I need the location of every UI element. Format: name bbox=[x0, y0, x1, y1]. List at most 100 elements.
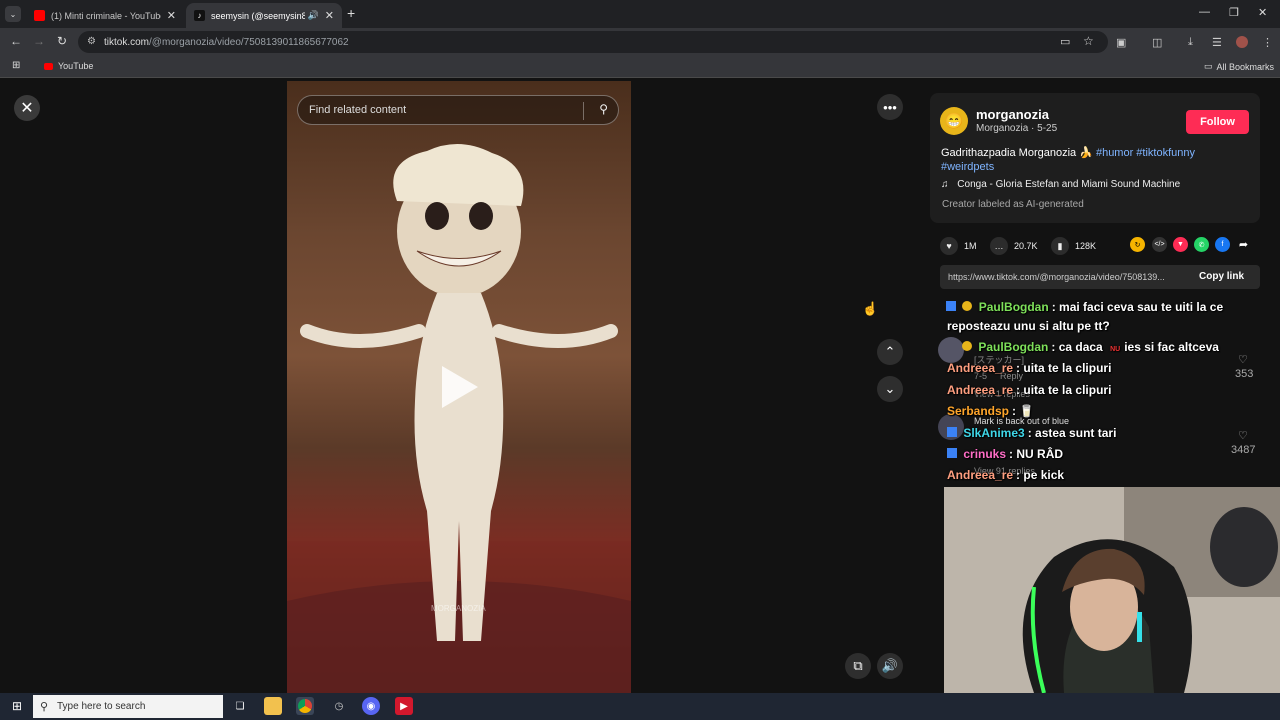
commenter-avatar[interactable] bbox=[938, 414, 964, 440]
reading-mode-icon[interactable]: ◫ bbox=[1152, 36, 1162, 49]
all-bookmarks[interactable]: ▭ All Bookmarks bbox=[1204, 61, 1274, 72]
reload-icon[interactable]: ↻ bbox=[57, 34, 67, 48]
heart-icon[interactable]: ♡ bbox=[1238, 429, 1248, 442]
chrome-icon[interactable] bbox=[296, 697, 314, 715]
more-options-button[interactable]: ••• bbox=[877, 94, 903, 120]
window-close-icon[interactable]: ✕ bbox=[1258, 6, 1267, 19]
back-icon[interactable]: ← bbox=[10, 34, 22, 48]
restore-icon[interactable]: ❐ bbox=[1229, 6, 1239, 19]
browser-tab-bar: ⌄ (1) Minti criminale - YouTube ✕ ♪ seem… bbox=[0, 0, 1280, 28]
extensions-icon[interactable]: ▣ bbox=[1116, 36, 1126, 49]
view-replies[interactable]: View 1 replies bbox=[974, 389, 1030, 399]
music-note-icon: ♫ bbox=[941, 179, 949, 190]
find-related-search[interactable]: Find related content ⚲ bbox=[297, 95, 619, 125]
tab-label: seemysin (@seemysin8) | Ti bbox=[211, 10, 305, 21]
chevron-down-icon: ⌄ bbox=[884, 381, 896, 396]
apps-icon[interactable]: ⊞ bbox=[12, 60, 20, 71]
play-icon[interactable] bbox=[442, 366, 478, 408]
download-icon[interactable]: ⤓ bbox=[1188, 36, 1193, 49]
tiktok-icon: ♪ bbox=[194, 10, 205, 21]
share-arrow-icon[interactable]: ➦ bbox=[1236, 237, 1251, 252]
bookmark-label: YouTube bbox=[58, 61, 94, 71]
bookmark-star-icon[interactable]: ☆ bbox=[1083, 34, 1094, 48]
tab-tiktok[interactable]: ♪ seemysin (@seemysin8) | Ti 🔊 ✕ bbox=[186, 3, 342, 28]
music-info[interactable]: ♫ Conga - Gloria Estefan and Miami Sound… bbox=[941, 179, 1180, 190]
volume-button[interactable]: 🔊 bbox=[877, 653, 903, 679]
tab-youtube[interactable]: (1) Minti criminale - YouTube ✕ bbox=[26, 3, 184, 28]
address-bar[interactable]: ⚙ tiktok.com/@morganozia/video/750813901… bbox=[78, 31, 1108, 53]
chrome-logo bbox=[298, 699, 312, 713]
post-link: https://www.tiktok.com/@morganozia/video… bbox=[948, 272, 1165, 282]
ai-generated-label: Creator labeled as AI-generated bbox=[942, 199, 1084, 210]
follow-button[interactable]: Follow bbox=[1186, 110, 1249, 134]
author-avatar[interactable]: 😁 bbox=[940, 107, 968, 135]
view-replies[interactable]: View 91 replies bbox=[974, 466, 1035, 476]
like-count: 1M bbox=[964, 241, 977, 251]
heart-icon[interactable]: ♡ bbox=[1238, 353, 1248, 366]
comment-date: 7-5 bbox=[974, 371, 988, 381]
search-divider bbox=[583, 102, 584, 120]
embed-icon[interactable]: </> bbox=[1152, 237, 1167, 252]
taskbar-search[interactable]: ⚲ Type here to search bbox=[33, 695, 223, 718]
post-info-card: 😁 morganozia Morganozia · 5-25 Follow Ga… bbox=[930, 93, 1260, 223]
webcam-overlay bbox=[944, 487, 1280, 693]
save-stat[interactable]: ▮ 128K bbox=[1051, 237, 1096, 255]
tab-list-icon[interactable]: ☰ bbox=[1212, 36, 1222, 49]
site-info-icon[interactable]: ⚙ bbox=[87, 36, 96, 47]
discord-icon[interactable]: ◉ bbox=[362, 697, 380, 715]
search-icon[interactable]: ⚲ bbox=[599, 102, 608, 116]
more-icon: ••• bbox=[883, 99, 897, 115]
folder-icon: ▭ bbox=[1204, 61, 1213, 71]
close-tab-icon[interactable]: ✕ bbox=[167, 9, 176, 22]
whatsapp-icon[interactable]: ✆ bbox=[1194, 237, 1209, 252]
tab-label: (1) Minti criminale - YouTube bbox=[51, 10, 161, 21]
search-placeholder: Find related content bbox=[309, 104, 407, 116]
clock-app-icon[interactable]: ◷ bbox=[330, 697, 348, 715]
tab-search-icon[interactable]: ⌄ bbox=[5, 6, 21, 22]
windows-start-icon[interactable]: ⊞ bbox=[8, 697, 26, 715]
comment-stat[interactable]: … 20.7K bbox=[990, 237, 1038, 255]
webcam-image bbox=[944, 487, 1280, 693]
next-video-button[interactable]: ⌄ bbox=[877, 376, 903, 402]
like-stat[interactable]: ♥ 1M bbox=[940, 237, 977, 255]
video-watermark: MORGANOZIA bbox=[431, 604, 486, 613]
youtube-icon bbox=[34, 10, 45, 21]
comment-count: 20.7K bbox=[1014, 241, 1038, 251]
video-player[interactable]: Find related content ⚲ MORGANOZIA bbox=[287, 81, 631, 693]
send-icon[interactable]: ▼ bbox=[1173, 237, 1188, 252]
comment-like-count: 353 bbox=[1235, 368, 1254, 380]
profile-avatar[interactable] bbox=[1236, 36, 1248, 48]
speaker-icon[interactable]: 🔊 bbox=[308, 10, 319, 21]
caption-text: Gadrithazpadia Morganozia 🍌 bbox=[941, 147, 1093, 159]
comment-sticker: [ステッカー] bbox=[974, 355, 1025, 365]
url-domain: tiktok.com bbox=[104, 36, 150, 48]
new-tab-button[interactable]: + bbox=[347, 5, 355, 21]
pip-button[interactable]: ⧉ bbox=[845, 653, 871, 679]
media-player-icon[interactable]: ▶ bbox=[395, 697, 413, 715]
forward-icon[interactable]: → bbox=[33, 34, 45, 48]
bookmark-youtube[interactable]: YouTube bbox=[44, 61, 93, 71]
cast-icon[interactable]: ▭ bbox=[1060, 35, 1070, 48]
close-video-button[interactable]: ✕ bbox=[14, 95, 40, 121]
facebook-icon[interactable]: f bbox=[1215, 237, 1230, 252]
post-caption: Gadrithazpadia Morganozia 🍌 #humor #tikt… bbox=[941, 146, 1241, 174]
task-view-icon[interactable]: ❏ bbox=[231, 697, 249, 715]
heart-icon: ♥ bbox=[940, 237, 958, 255]
youtube-icon bbox=[44, 62, 53, 70]
close-icon: ✕ bbox=[20, 100, 34, 117]
comment-like-count: 3487 bbox=[1231, 444, 1256, 456]
copy-link-button[interactable]: Copy link bbox=[1199, 271, 1244, 282]
minimize-icon[interactable]: — bbox=[1199, 6, 1210, 18]
commenter-avatar[interactable] bbox=[938, 337, 964, 363]
comment-reply[interactable]: Reply bbox=[1000, 371, 1023, 381]
repost-icon[interactable]: ↻ bbox=[1130, 237, 1145, 252]
author-username[interactable]: morganozia bbox=[976, 107, 1049, 122]
previous-video-button[interactable]: ⌃ bbox=[877, 339, 903, 365]
browser-toolbar: ← → ↻ ⚙ tiktok.com/@morganozia/video/750… bbox=[0, 28, 1280, 56]
close-tab-icon[interactable]: ✕ bbox=[325, 9, 334, 22]
search-icon: ⚲ bbox=[40, 701, 49, 713]
menu-icon[interactable]: ⋮ bbox=[1262, 36, 1273, 49]
author-subtitle: Morganozia · 5-25 bbox=[976, 123, 1058, 134]
comment-text: Mark is back out of blue bbox=[974, 416, 1070, 426]
file-explorer-icon[interactable] bbox=[264, 697, 282, 715]
